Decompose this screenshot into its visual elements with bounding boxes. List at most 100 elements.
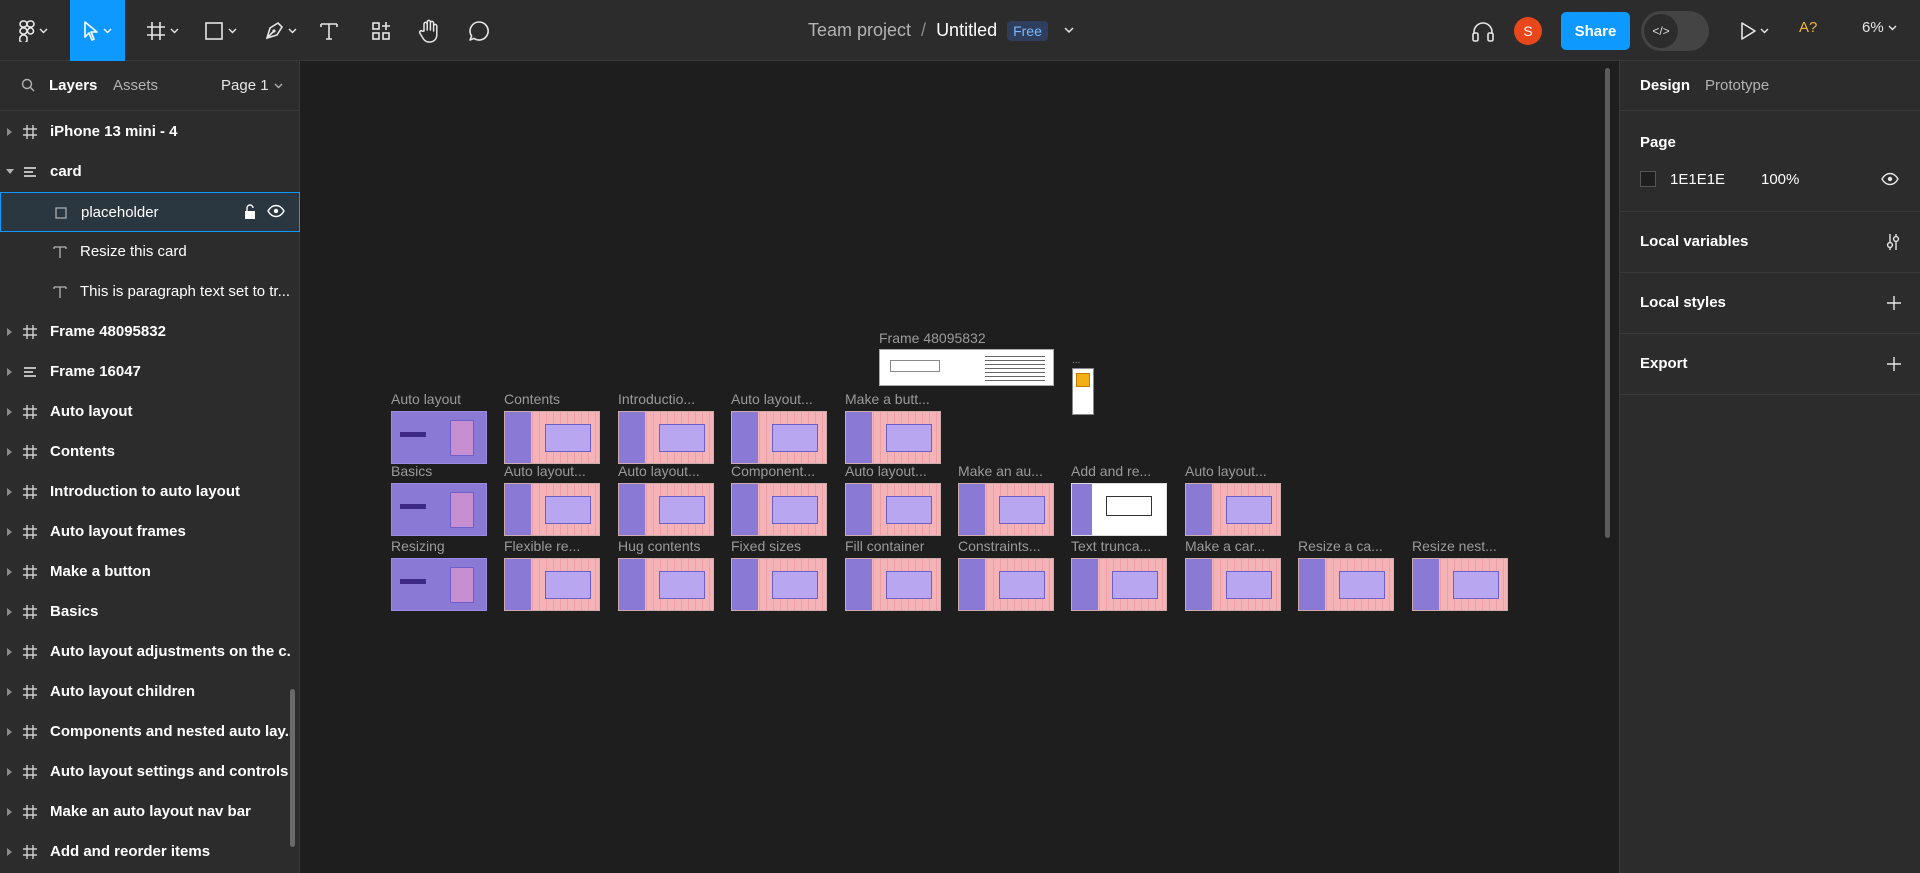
page-selector[interactable]: Page 1: [221, 77, 283, 94]
layer-row[interactable]: Make an auto layout nav bar: [0, 792, 300, 832]
layer-row[interactable]: Components and nested auto lay...: [0, 712, 300, 752]
caret-down-icon[interactable]: [6, 167, 14, 177]
caret-right-icon[interactable]: [6, 807, 14, 817]
caret-right-icon[interactable]: [6, 127, 14, 137]
eye-icon[interactable]: [1881, 172, 1899, 186]
frame-label[interactable]: Make a butt...: [845, 391, 930, 407]
caret-right-icon[interactable]: [6, 727, 14, 737]
team-name[interactable]: Team project: [808, 20, 911, 41]
frame-thumbnail[interactable]: [845, 411, 941, 464]
resources-tool-button[interactable]: [366, 0, 396, 61]
frame-thumbnail[interactable]: [504, 558, 600, 611]
caret-right-icon[interactable]: [6, 367, 14, 377]
frame-thumbnail[interactable]: [731, 558, 827, 611]
caret-right-icon[interactable]: [6, 327, 14, 337]
dev-mode-toggle[interactable]: </>: [1641, 11, 1709, 51]
variables-sliders-icon[interactable]: [1885, 233, 1901, 251]
frame-thumbnail[interactable]: [958, 483, 1054, 536]
layer-row[interactable]: Resize this card: [0, 232, 300, 272]
plus-icon[interactable]: [1887, 296, 1901, 310]
frame-label[interactable]: Make a car...: [1185, 538, 1265, 554]
plus-icon[interactable]: [1887, 357, 1901, 371]
frame-label[interactable]: Resizing: [391, 538, 445, 554]
frame-label[interactable]: Contents: [504, 391, 560, 407]
zoom-menu[interactable]: 6%: [1862, 19, 1897, 36]
frame-label[interactable]: Add and re...: [1071, 463, 1151, 479]
layer-row[interactable]: Auto layout: [0, 392, 300, 432]
frame-thumbnail[interactable]: [504, 411, 600, 464]
frame-label[interactable]: Auto layout...: [618, 463, 700, 479]
layer-row[interactable]: Frame 16047: [0, 352, 300, 392]
shape-tool-button[interactable]: [198, 0, 242, 61]
frame-label[interactable]: Fill container: [845, 538, 924, 554]
local-variables-title[interactable]: Local variables: [1640, 233, 1748, 250]
comment-tool-button[interactable]: [464, 0, 494, 61]
frame-label[interactable]: Frame 48095832: [879, 330, 986, 346]
layer-row[interactable]: Auto layout frames: [0, 512, 300, 552]
chevron-down-icon[interactable]: [1064, 27, 1074, 34]
frame-thumbnail[interactable]: [504, 483, 600, 536]
layer-row[interactable]: Introduction to auto layout: [0, 472, 300, 512]
layer-row[interactable]: Frame 48095832: [0, 312, 300, 352]
eye-icon[interactable]: [267, 204, 285, 218]
layer-row[interactable]: card: [0, 152, 300, 192]
frame-thumbnail[interactable]: [731, 411, 827, 464]
caret-right-icon[interactable]: [6, 527, 14, 537]
frame-thumbnail[interactable]: [391, 558, 487, 611]
layer-row[interactable]: Basics: [0, 592, 300, 632]
unlock-icon[interactable]: [243, 204, 257, 220]
audio-call-button[interactable]: [1468, 0, 1498, 61]
frame-tool-button[interactable]: [140, 0, 184, 61]
caret-right-icon[interactable]: [6, 687, 14, 697]
search-icon[interactable]: [21, 78, 35, 92]
canvas-scrollbar[interactable]: [1605, 68, 1610, 538]
frame-label[interactable]: Constraints...: [958, 538, 1040, 554]
caret-right-icon[interactable]: [6, 567, 14, 577]
layer-row[interactable]: Auto layout settings and controls: [0, 752, 300, 792]
caret-right-icon[interactable]: [6, 647, 14, 657]
frame-thumbnail[interactable]: [391, 483, 487, 536]
caret-right-icon[interactable]: [6, 767, 14, 777]
frame-thumbnail[interactable]: [1412, 558, 1508, 611]
frame-label[interactable]: Fixed sizes: [731, 538, 801, 554]
frame-label[interactable]: Component...: [731, 463, 815, 479]
layers-scrollbar[interactable]: [290, 689, 295, 847]
frame-thumbnail[interactable]: [391, 411, 487, 464]
pen-tool-button[interactable]: [258, 0, 302, 61]
file-title[interactable]: Team project / Untitled Free: [808, 0, 1074, 61]
missing-fonts-indicator[interactable]: A?: [1799, 19, 1817, 36]
frame-label[interactable]: Auto layout...: [845, 463, 927, 479]
frame-label[interactable]: Auto layout: [391, 391, 461, 407]
frame-thumbnail[interactable]: [1071, 483, 1167, 536]
frame-label[interactable]: Auto layout...: [731, 391, 813, 407]
frame-label[interactable]: Make an au...: [958, 463, 1043, 479]
frame-thumbnail[interactable]: [731, 483, 827, 536]
layer-row[interactable]: Contents: [0, 432, 300, 472]
avatar[interactable]: S: [1514, 17, 1542, 45]
layer-row[interactable]: This is paragraph text set to tr...: [0, 272, 300, 312]
share-button[interactable]: Share: [1561, 12, 1630, 50]
caret-right-icon[interactable]: [6, 607, 14, 617]
background-opacity-input[interactable]: 100%: [1761, 171, 1799, 188]
frame-label[interactable]: Resize nest...: [1412, 538, 1497, 554]
layer-row[interactable]: Add and reorder items: [0, 832, 300, 872]
hand-tool-button[interactable]: [414, 0, 444, 61]
frame-thumbnail[interactable]: [845, 483, 941, 536]
background-color-swatch[interactable]: [1640, 171, 1656, 187]
frame-label[interactable]: Auto layout...: [504, 463, 586, 479]
move-tool-button[interactable]: [70, 0, 125, 61]
frame-thumbnail[interactable]: [1298, 558, 1394, 611]
frame-thumbnail[interactable]: [1185, 558, 1281, 611]
export-title[interactable]: Export: [1640, 355, 1688, 372]
frame-thumbnail[interactable]: [618, 483, 714, 536]
frame-label[interactable]: Introductio...: [618, 391, 695, 407]
frame-label[interactable]: Hug contents: [618, 538, 701, 554]
frame-thumbnail[interactable]: [1071, 558, 1167, 611]
frame-thumbnail[interactable]: [879, 349, 1054, 386]
layer-row-selected[interactable]: placeholder: [0, 192, 300, 232]
layer-row[interactable]: iPhone 13 mini - 4: [0, 112, 300, 152]
card-label[interactable]: ...: [1072, 355, 1080, 366]
frame-label[interactable]: Resize a ca...: [1298, 538, 1383, 554]
frame-thumbnail[interactable]: [958, 558, 1054, 611]
main-menu-button[interactable]: [8, 0, 58, 61]
